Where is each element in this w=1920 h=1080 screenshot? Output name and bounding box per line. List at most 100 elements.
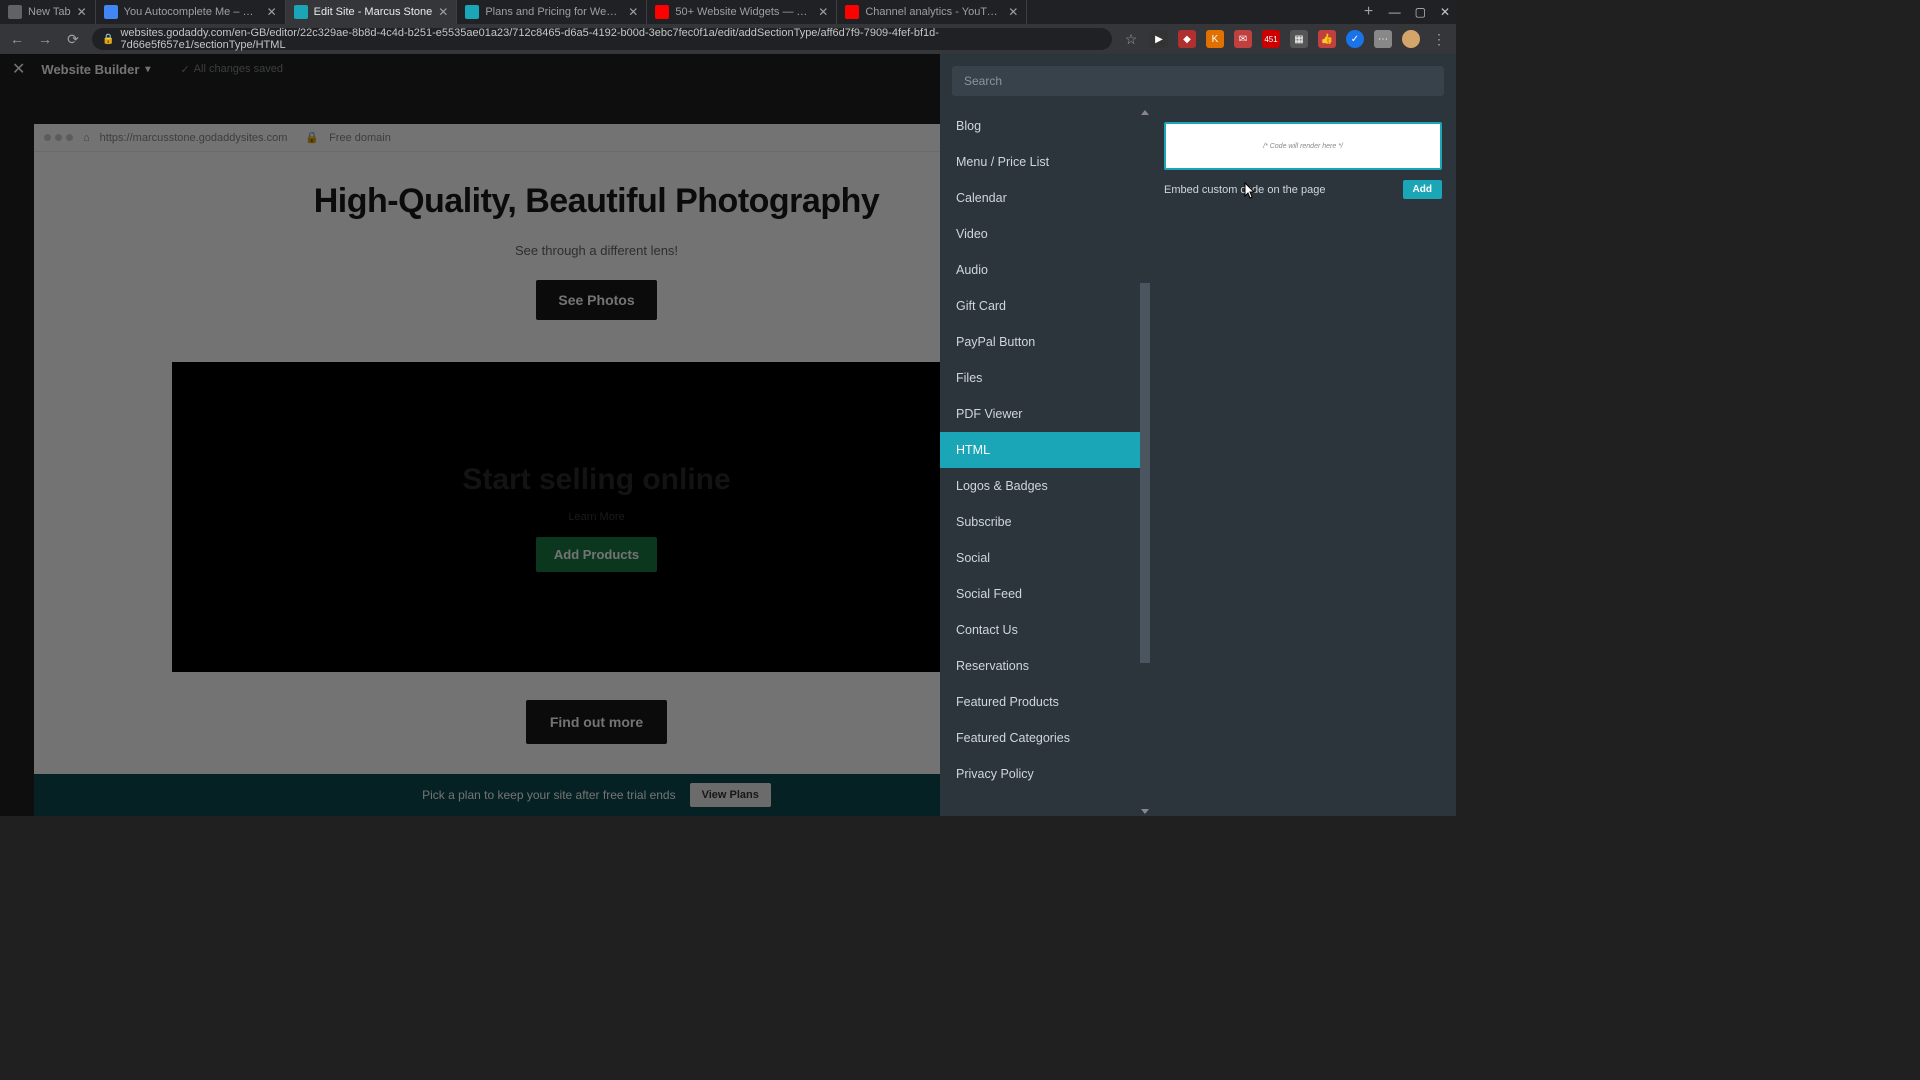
- category-item-social[interactable]: Social: [940, 540, 1150, 576]
- extension-icon[interactable]: ✓: [1346, 30, 1364, 48]
- category-item-gift-card[interactable]: Gift Card: [940, 288, 1150, 324]
- category-item-files[interactable]: Files: [940, 360, 1150, 396]
- browser-titlebar: New Tab✕You Autocomplete Me – Google✕Edi…: [0, 0, 1456, 24]
- category-item-privacy-policy[interactable]: Privacy Policy: [940, 756, 1150, 792]
- preview-url: https://marcusstone.godaddysites.com: [100, 132, 288, 144]
- extensions-area: ▶ ◆ K ✉ 451 ▦ 👍 ✓ ⋯ ⋮: [1150, 30, 1448, 48]
- scrollbar-thumb[interactable]: [1140, 283, 1150, 663]
- favicon-icon: [845, 5, 859, 19]
- browser-tab[interactable]: Channel analytics - YouTube Stu ✕: [837, 0, 1027, 24]
- favicon-icon: [465, 5, 479, 19]
- maximize-icon[interactable]: ▢: [1415, 5, 1426, 19]
- extension-icon[interactable]: ▦: [1290, 30, 1308, 48]
- add-products-button[interactable]: Add Products: [536, 537, 657, 572]
- home-icon: ⌂: [83, 132, 90, 144]
- sell-subtitle: Learn More: [568, 511, 624, 523]
- tab-title: New Tab: [28, 6, 71, 18]
- lock-icon: 🔒: [102, 34, 114, 45]
- close-panel-button[interactable]: ✕: [12, 59, 25, 79]
- chevron-down-icon: ▾: [145, 64, 150, 75]
- category-item-menu-price-list[interactable]: Menu / Price List: [940, 144, 1150, 180]
- category-item-featured-products[interactable]: Featured Products: [940, 684, 1150, 720]
- tab-title: 50+ Website Widgets — To Grow: [675, 6, 812, 18]
- favicon-icon: [294, 5, 308, 19]
- category-item-subscribe[interactable]: Subscribe: [940, 504, 1150, 540]
- browser-tab[interactable]: New Tab ✕: [0, 0, 96, 24]
- add-section-panel: BlogMenu / Price ListCalendarVideoAudioG…: [940, 54, 1456, 816]
- app-viewport: ✕ Website Builder ▾ ✓ All changes saved …: [0, 54, 1456, 816]
- browser-tabs: New Tab✕You Autocomplete Me – Google✕Edi…: [0, 0, 1355, 24]
- tab-title: You Autocomplete Me – Google: [124, 6, 261, 18]
- extension-icon[interactable]: ✉: [1234, 30, 1252, 48]
- favicon-icon: [8, 5, 22, 19]
- sell-title: Start selling online: [462, 463, 730, 497]
- tab-close-icon[interactable]: ✕: [438, 5, 448, 19]
- category-list[interactable]: BlogMenu / Price ListCalendarVideoAudioG…: [940, 108, 1150, 816]
- browser-toolbar: ← → ⟳ 🔒 websites.godaddy.com/en-GB/edito…: [0, 24, 1456, 54]
- window-controls: — ▢ ✕: [1383, 0, 1456, 24]
- category-item-logos-badges[interactable]: Logos & Badges: [940, 468, 1150, 504]
- extension-icon[interactable]: ▶: [1150, 30, 1168, 48]
- category-item-featured-categories[interactable]: Featured Categories: [940, 720, 1150, 756]
- extension-icon[interactable]: ◆: [1178, 30, 1196, 48]
- tab-title: Channel analytics - YouTube Stu: [865, 6, 1002, 18]
- category-item-video[interactable]: Video: [940, 216, 1150, 252]
- free-domain-label: Free domain: [329, 132, 391, 144]
- new-tab-button[interactable]: +: [1355, 0, 1383, 24]
- preview-column: /* Code will render here */ Embed custom…: [1150, 108, 1456, 816]
- minimize-icon[interactable]: —: [1389, 5, 1401, 19]
- find-out-more-button[interactable]: Find out more: [526, 700, 667, 744]
- category-item-html[interactable]: HTML: [940, 432, 1150, 468]
- tab-close-icon[interactable]: ✕: [1008, 5, 1018, 19]
- category-item-blog[interactable]: Blog: [940, 108, 1150, 144]
- category-item-contact-us[interactable]: Contact Us: [940, 612, 1150, 648]
- panel-body: BlogMenu / Price ListCalendarVideoAudioG…: [940, 108, 1456, 816]
- category-item-pdf-viewer[interactable]: PDF Viewer: [940, 396, 1150, 432]
- preview-placeholder-text: /* Code will render here */: [1263, 143, 1343, 150]
- extension-icon[interactable]: ⋯: [1374, 30, 1392, 48]
- website-builder-label[interactable]: Website Builder ▾: [41, 62, 150, 77]
- extension-icon[interactable]: K: [1206, 30, 1224, 48]
- panel-search-row: [940, 54, 1456, 108]
- address-bar[interactable]: 🔒 websites.godaddy.com/en-GB/editor/22c3…: [92, 28, 1112, 50]
- extension-icon[interactable]: 451: [1262, 30, 1280, 48]
- browser-tab[interactable]: Edit Site - Marcus Stone ✕: [286, 0, 458, 24]
- save-status: ✓ All changes saved: [180, 63, 283, 76]
- scrollbar[interactable]: [1140, 108, 1150, 816]
- category-item-social-feed[interactable]: Social Feed: [940, 576, 1150, 612]
- close-window-icon[interactable]: ✕: [1440, 5, 1450, 19]
- see-photos-button[interactable]: See Photos: [536, 280, 656, 320]
- tab-title: Edit Site - Marcus Stone: [314, 6, 433, 18]
- category-item-audio[interactable]: Audio: [940, 252, 1150, 288]
- tab-title: Plans and Pricing for Website Bu: [485, 6, 622, 18]
- tab-close-icon[interactable]: ✕: [818, 5, 828, 19]
- reload-button[interactable]: ⟳: [64, 31, 82, 48]
- category-item-reservations[interactable]: Reservations: [940, 648, 1150, 684]
- category-item-calendar[interactable]: Calendar: [940, 180, 1150, 216]
- favicon-icon: [104, 5, 118, 19]
- browser-tab[interactable]: 50+ Website Widgets — To Grow ✕: [647, 0, 837, 24]
- category-column: BlogMenu / Price ListCalendarVideoAudioG…: [940, 108, 1150, 816]
- browser-tab[interactable]: You Autocomplete Me – Google ✕: [96, 0, 286, 24]
- traffic-lights-icon: [44, 134, 73, 141]
- search-input[interactable]: [952, 66, 1444, 96]
- view-plans-button[interactable]: View Plans: [690, 783, 771, 807]
- favicon-icon: [655, 5, 669, 19]
- add-button[interactable]: Add: [1403, 180, 1442, 199]
- forward-button[interactable]: →: [36, 31, 54, 47]
- tab-close-icon[interactable]: ✕: [267, 5, 277, 19]
- tab-close-icon[interactable]: ✕: [628, 5, 638, 19]
- preview-card[interactable]: /* Code will render here */: [1164, 122, 1442, 170]
- profile-avatar[interactable]: [1402, 30, 1420, 48]
- check-icon: ✓: [180, 63, 189, 76]
- preview-meta: Embed custom code on the page Add: [1164, 180, 1442, 199]
- back-button[interactable]: ←: [8, 31, 26, 47]
- browser-tab[interactable]: Plans and Pricing for Website Bu ✕: [457, 0, 647, 24]
- trial-message: Pick a plan to keep your site after free…: [422, 788, 675, 802]
- category-item-paypal-button[interactable]: PayPal Button: [940, 324, 1150, 360]
- kebab-menu-icon[interactable]: ⋮: [1430, 31, 1448, 48]
- tab-close-icon[interactable]: ✕: [77, 5, 87, 19]
- bookmark-star-icon[interactable]: ☆: [1122, 31, 1140, 48]
- sell-online-block: Start selling online Learn More Add Prod…: [172, 362, 1022, 672]
- extension-icon[interactable]: 👍: [1318, 30, 1336, 48]
